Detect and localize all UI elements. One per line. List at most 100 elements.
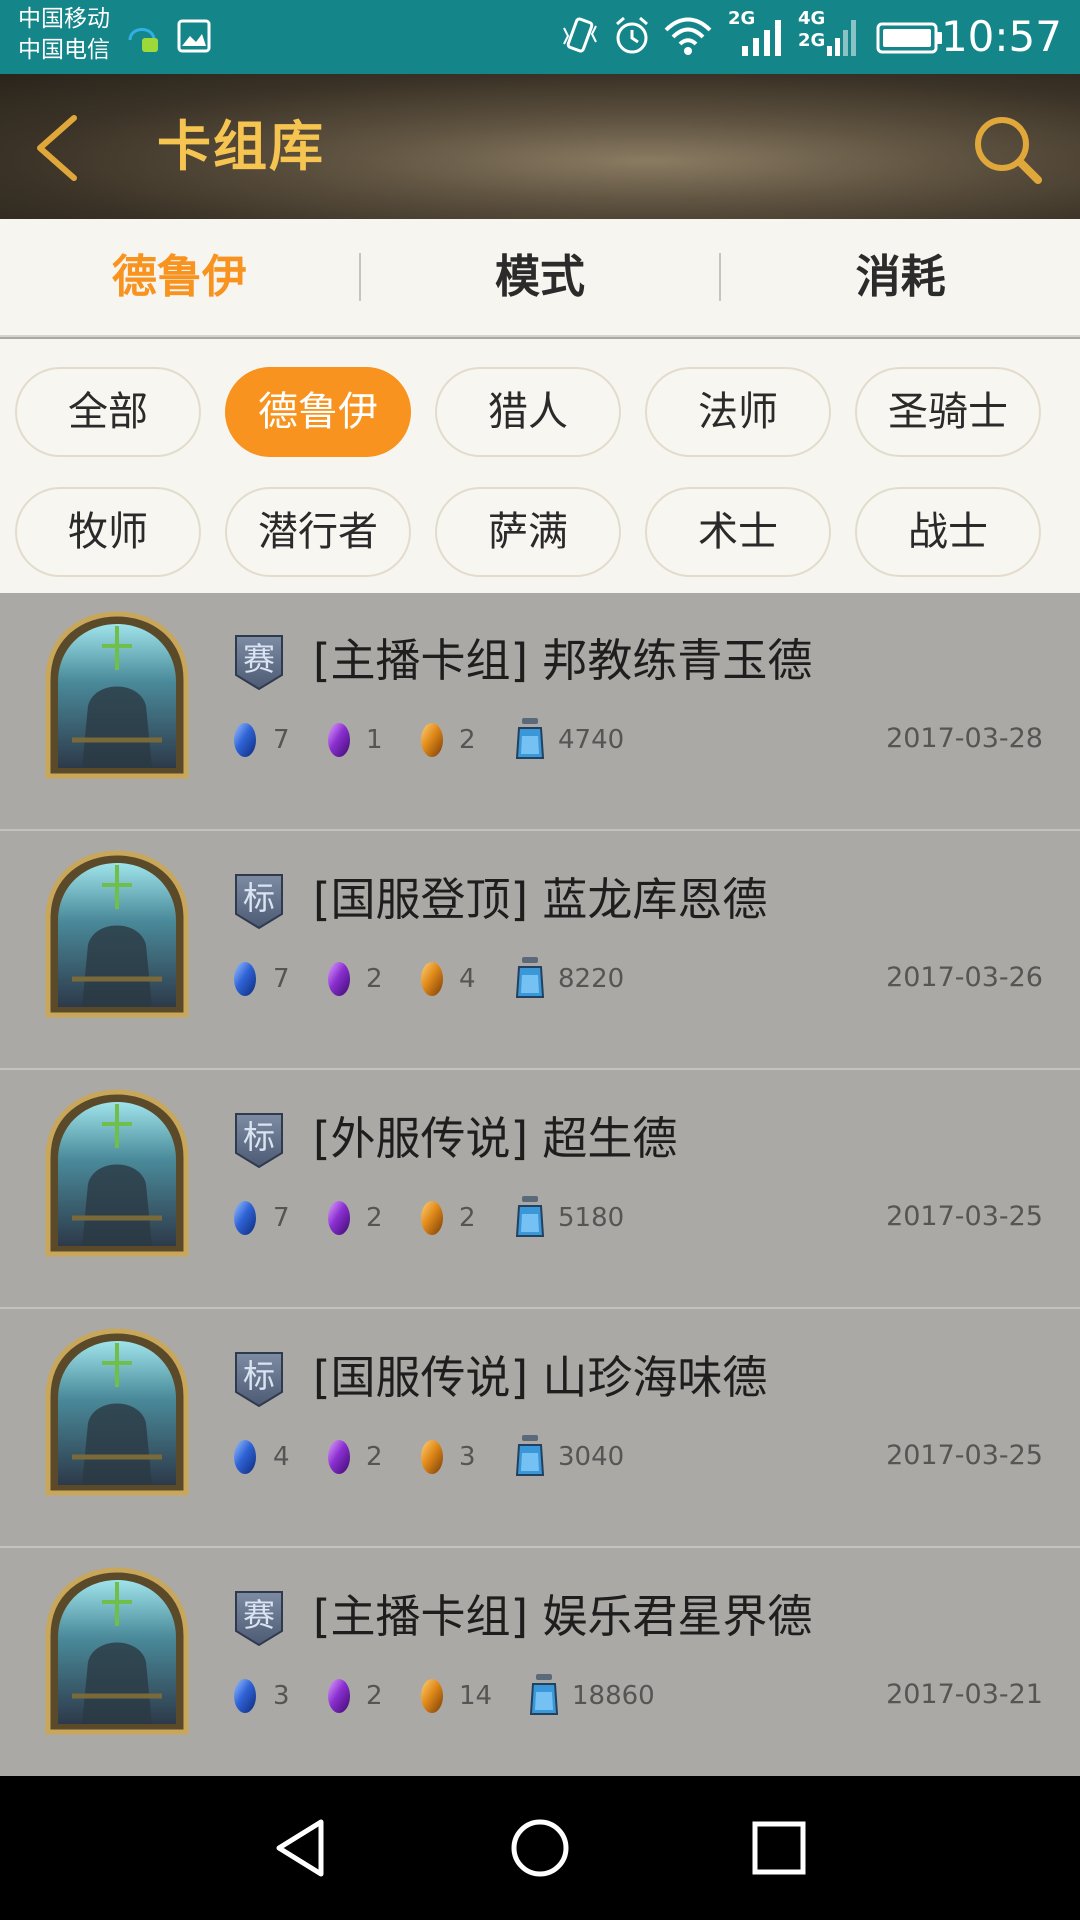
wifi-icon — [664, 17, 712, 55]
druid-hero-portrait — [45, 1089, 189, 1257]
deck-row[interactable]: 赛 [主播卡组] 邦教练青玉德 7 1 2 4740 2017-03-28 — [0, 593, 1080, 831]
rare-gem-icon — [234, 723, 256, 757]
deck-date: 2017-03-26 — [886, 962, 1043, 993]
deck-title: [国服登顶] 蓝龙库恩德 — [313, 873, 768, 926]
rare-gem-icon — [234, 1201, 256, 1235]
epic-gem-icon — [328, 1679, 350, 1713]
epic-count: 2 — [366, 964, 383, 994]
legendary-gem-icon — [421, 723, 443, 757]
network-label-2: 4G — [798, 8, 826, 29]
filter-chip-rogue[interactable]: 潜行者 — [225, 487, 411, 577]
rare-gem-icon — [234, 962, 256, 996]
deck-date: 2017-03-25 — [886, 1201, 1043, 1232]
arcane-dust-icon — [515, 718, 545, 759]
carrier-1: 中国移动 — [18, 6, 110, 32]
tab-class[interactable]: 德鲁伊 — [0, 247, 359, 307]
legendary-gem-icon — [421, 1201, 443, 1235]
druid-hero-portrait — [45, 850, 189, 1018]
rare-count: 7 — [273, 725, 290, 755]
dust-cost: 5180 — [558, 1203, 625, 1233]
druid-hero-portrait — [45, 611, 189, 779]
mode-badge: 赛 — [233, 1589, 285, 1647]
druid-hero-portrait — [45, 1328, 189, 1496]
epic-count: 1 — [366, 725, 383, 755]
mode-badge-label: 标 — [242, 1118, 275, 1156]
page-title: 卡组库 — [157, 115, 325, 178]
tab-cost[interactable]: 消耗 — [721, 247, 1080, 307]
deck-row[interactable]: 标 [外服传说] 超生德 7 2 2 5180 2017-03-25 — [0, 1071, 1080, 1309]
signal-icon-2 — [827, 20, 856, 56]
filter-chip-warlock[interactable]: 术士 — [645, 487, 831, 577]
dust-cost: 8220 — [558, 964, 625, 994]
filter-chip-druid[interactable]: 德鲁伊 — [225, 367, 411, 457]
mode-badge: 标 — [233, 1350, 285, 1408]
deck-title: [主播卡组] 邦教练青玉德 — [313, 634, 813, 687]
signal-icon-1 — [742, 20, 781, 56]
status-bar: 中国移动 中国电信 2G 4G 2G 10:57 — [0, 0, 1080, 74]
class-filter-panel: 全部 德鲁伊 猎人 法师 圣骑士 牧师 潜行者 萨满 术士 战士 — [0, 339, 1080, 593]
deck-title: [主播卡组] 娱乐君星界德 — [313, 1590, 813, 1643]
legendary-gem-icon — [421, 962, 443, 996]
arcane-dust-icon — [515, 1196, 545, 1237]
battery-icon — [876, 22, 942, 54]
rare-count: 7 — [273, 964, 290, 994]
back-button[interactable] — [30, 110, 90, 186]
alarm-icon — [616, 16, 648, 54]
arcane-dust-icon — [515, 1435, 545, 1476]
search-icon — [975, 117, 1042, 184]
back-triangle-icon[interactable] — [265, 1812, 337, 1884]
filter-chip-shaman[interactable]: 萨满 — [435, 487, 621, 577]
deck-list: 赛 [主播卡组] 邦教练青玉德 7 1 2 4740 2017-03-28 标 … — [0, 593, 1080, 1776]
epic-gem-icon — [328, 1201, 350, 1235]
deck-row[interactable]: 标 [国服登顶] 蓝龙库恩德 7 2 4 8220 2017-03-26 — [0, 832, 1080, 1070]
deck-row[interactable]: 标 [国服传说] 山珍海味德 4 2 3 3040 2017-03-25 — [0, 1310, 1080, 1548]
system-nav-bar — [0, 1776, 1080, 1920]
filter-chip-mage[interactable]: 法师 — [645, 367, 831, 457]
druid-hero-portrait — [45, 1567, 189, 1735]
legendary-gem-icon — [421, 1440, 443, 1474]
app-header: 卡组库 — [0, 74, 1080, 219]
rare-count: 4 — [273, 1442, 290, 1472]
filter-chip-warrior[interactable]: 战士 — [855, 487, 1041, 577]
carrier-info: 中国移动 中国电信 — [18, 4, 110, 66]
legendary-count: 2 — [459, 725, 476, 755]
filter-chip-priest[interactable]: 牧师 — [15, 487, 201, 577]
epic-gem-icon — [328, 1440, 350, 1474]
epic-gem-icon — [328, 962, 350, 996]
mode-badge: 赛 — [233, 633, 285, 691]
legendary-count: 3 — [459, 1442, 476, 1472]
deck-title: [国服传说] 山珍海味德 — [313, 1351, 768, 1404]
legendary-count: 14 — [459, 1681, 493, 1711]
clock: 10:57 — [940, 12, 1062, 61]
carrier-2: 中国电信 — [18, 37, 110, 63]
mode-badge: 标 — [233, 872, 285, 930]
image-notification-icon — [177, 19, 211, 53]
legendary-count: 2 — [459, 1203, 476, 1233]
legendary-gem-icon — [421, 1679, 443, 1713]
home-circle-icon[interactable] — [504, 1812, 576, 1884]
epic-count: 2 — [366, 1442, 383, 1472]
dust-cost: 3040 — [558, 1442, 625, 1472]
search-button[interactable] — [970, 112, 1044, 186]
filter-chip-paladin[interactable]: 圣骑士 — [855, 367, 1041, 457]
deck-date: 2017-03-28 — [886, 723, 1043, 754]
deck-date: 2017-03-21 — [886, 1679, 1043, 1710]
mode-badge-label: 赛 — [242, 1596, 275, 1634]
network-label-3: 2G — [798, 30, 826, 51]
mode-badge-label: 标 — [242, 879, 275, 917]
deck-date: 2017-03-25 — [886, 1440, 1043, 1471]
deck-title: [外服传说] 超生德 — [313, 1112, 678, 1165]
epic-count: 2 — [366, 1203, 383, 1233]
recents-square-icon[interactable] — [743, 1812, 815, 1884]
arcane-dust-icon — [529, 1674, 559, 1715]
category-tab-bar: 德鲁伊 模式 消耗 — [0, 219, 1080, 337]
tab-mode[interactable]: 模式 — [361, 247, 720, 307]
rare-count: 3 — [273, 1681, 290, 1711]
arcane-dust-icon — [515, 957, 545, 998]
rare-count: 7 — [273, 1203, 290, 1233]
epic-gem-icon — [328, 723, 350, 757]
filter-chip-all[interactable]: 全部 — [15, 367, 201, 457]
rare-gem-icon — [234, 1679, 256, 1713]
deck-row[interactable]: 赛 [主播卡组] 娱乐君星界德 3 2 14 18860 2017-03-21 — [0, 1549, 1080, 1776]
filter-chip-hunter[interactable]: 猎人 — [435, 367, 621, 457]
